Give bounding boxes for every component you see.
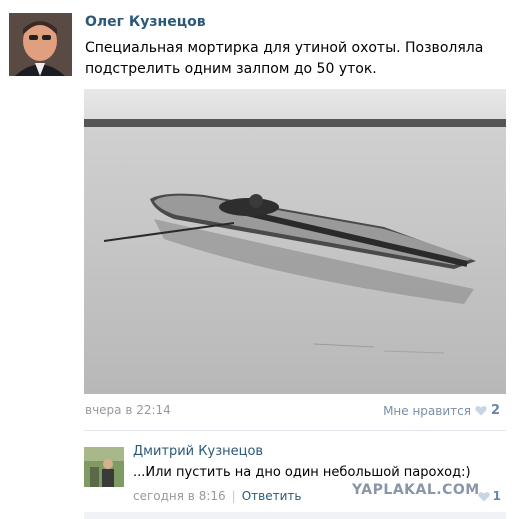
comment-like-button[interactable]: 1 xyxy=(477,489,501,503)
comment-box-edge xyxy=(84,512,506,519)
comment-author[interactable]: Дмитрий Кузнецов xyxy=(133,444,263,459)
watermark: YAPLAKAL.COM xyxy=(352,482,480,498)
like-count: 2 xyxy=(490,403,500,418)
boat-photo-icon xyxy=(84,89,506,394)
divider xyxy=(84,430,506,431)
post-date[interactable]: вчера в 22:14 xyxy=(85,403,171,417)
post-photo[interactable] xyxy=(84,89,506,394)
author-avatar[interactable] xyxy=(9,13,72,76)
post-text: Специальная мортирка для утиной охоты. П… xyxy=(85,40,484,77)
comment-date[interactable]: сегодня в 8:16 xyxy=(133,489,226,503)
comment-meta: сегодня в 8:16 | Ответить xyxy=(133,489,301,503)
meta-separator: | xyxy=(231,489,236,503)
heart-icon xyxy=(475,406,487,416)
wall-post: Олег Кузнецов Специальная мортирка для у… xyxy=(0,0,515,519)
comment-text: ...Или пустить на дно один небольшой пар… xyxy=(133,465,471,480)
comment-like-count: 1 xyxy=(492,489,501,503)
like-label: Мне нравится xyxy=(383,403,471,418)
reply-button[interactable]: Ответить xyxy=(242,489,302,503)
user-avatar-icon xyxy=(84,447,124,487)
user-avatar-icon xyxy=(9,13,72,76)
comment-author-avatar[interactable] xyxy=(84,447,124,487)
post-author[interactable]: Олег Кузнецов xyxy=(85,14,206,30)
heart-icon xyxy=(477,491,490,501)
like-button[interactable]: Мне нравится 2 xyxy=(383,403,500,418)
